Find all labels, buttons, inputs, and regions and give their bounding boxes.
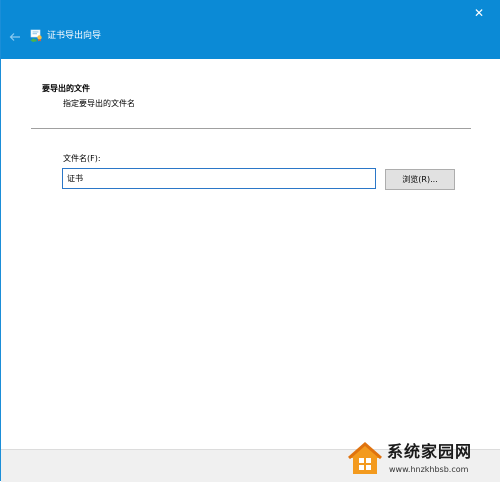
wizard-title: 证书导出向导	[47, 31, 102, 41]
house-logo-icon	[348, 442, 382, 474]
page-title: 要导出的文件	[42, 84, 90, 93]
certificate-icon	[30, 29, 42, 42]
watermark: 系统家园网 www.hnzkhbsb.com	[345, 436, 500, 481]
header-separator	[31, 128, 471, 129]
back-button[interactable]	[5, 28, 25, 46]
file-name-label: 文件名(F):	[63, 154, 101, 163]
watermark-url: www.hnzkhbsb.com	[389, 465, 469, 474]
browse-button[interactable]: 浏览(R)...	[385, 169, 455, 190]
watermark-text: 系统家园网	[387, 442, 473, 461]
file-name-input[interactable]	[62, 168, 376, 189]
page-subtitle: 指定要导出的文件名	[63, 99, 135, 108]
close-icon: ✕	[473, 6, 485, 20]
wizard-window: ✕ 证书导出向导 要导出的文件 指定要导出的文件名 文件名(F): 浏览(R).…	[0, 0, 500, 482]
close-button[interactable]: ✕	[457, 0, 500, 26]
title-bar: ✕ 证书导出向导	[1, 0, 500, 59]
back-arrow-icon	[9, 33, 20, 41]
